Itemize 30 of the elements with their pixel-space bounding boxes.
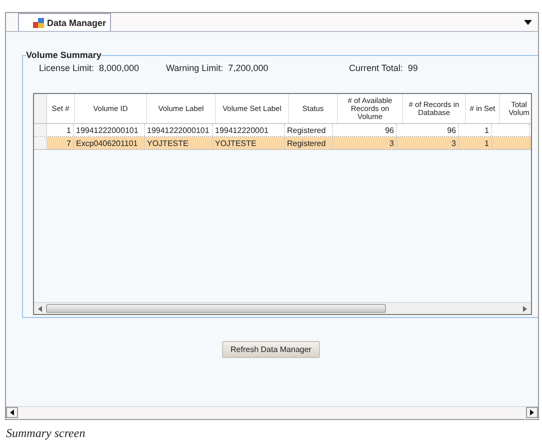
table-cell: 19941222000101 [147,126,210,134]
table-cell: 96 [447,126,456,134]
group-title: Volume Summary [26,50,102,60]
caption-text: Summary screen [6,426,86,440]
table-cell: 19941222000101 [76,126,138,134]
refresh-button[interactable]: Refresh Data Manager [222,341,320,358]
table-cell: 1 [484,138,489,148]
table-cell: 3 [452,138,456,148]
database-icon [33,18,44,28]
table-row[interactable]: 7 Excp0406201101 YOJTESTE YOJTESTE Registered 3 3 1 [34,137,531,150]
table-cell: Excp0406201101 [76,138,138,148]
tab[interactable]: Data Manager [18,13,112,31]
table-cell: YOJTESTE [215,138,256,148]
table-cell: YOJTESTE [147,138,188,148]
table-cell: 96 [385,126,394,134]
table-cell: Registered [287,138,326,148]
table-cell: 7 [66,138,71,148]
table-row[interactable]: 1 19941222000101 19941222000101 199412220001 Registered 96 96 1 [34,124,531,137]
table-cell: 1 [484,126,489,134]
scroll-left-icon[interactable] [6,407,18,418]
table-cell: 3 [390,138,394,148]
stat-text: License Limit: 8,000,000 [39,63,140,75]
table-cell: 1 [66,126,71,134]
scroll-right-icon[interactable] [526,407,538,418]
scroll-thumb[interactable] [46,304,386,313]
stat-text: Warning Limit: 7,200,000 [166,63,270,75]
stat-text: Current Total: 99 [349,63,418,75]
dropdown-icon[interactable] [524,20,532,24]
table-cell: Registered [287,126,326,134]
table-cell: 199412220001 [215,126,268,134]
